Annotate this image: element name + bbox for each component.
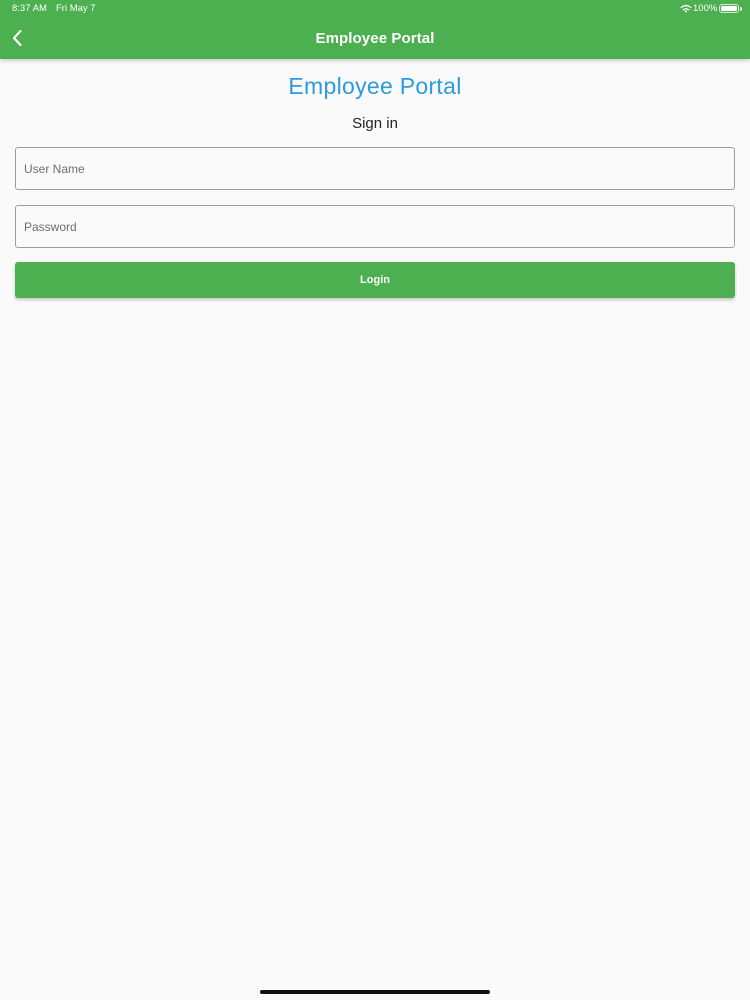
status-date: Fri May 7 <box>56 3 96 14</box>
wifi-icon <box>680 5 692 13</box>
battery-icon <box>719 4 739 13</box>
page-title: Employee Portal <box>288 73 462 99</box>
battery-cap <box>740 7 742 11</box>
app-bar-title: Employee Portal <box>315 30 435 47</box>
battery-percent: 100% <box>693 3 718 14</box>
password-field[interactable] <box>15 205 735 248</box>
sign-in-subtitle: Sign in <box>352 115 398 132</box>
home-indicator <box>260 990 490 994</box>
battery-fill <box>721 6 737 11</box>
app-bar: 8:37 AM Fri May 7 100% Employee Portal <box>0 0 750 59</box>
login-button[interactable]: Login <box>15 262 735 298</box>
status-time: 8:37 AM <box>12 3 47 14</box>
username-field[interactable] <box>15 147 735 190</box>
